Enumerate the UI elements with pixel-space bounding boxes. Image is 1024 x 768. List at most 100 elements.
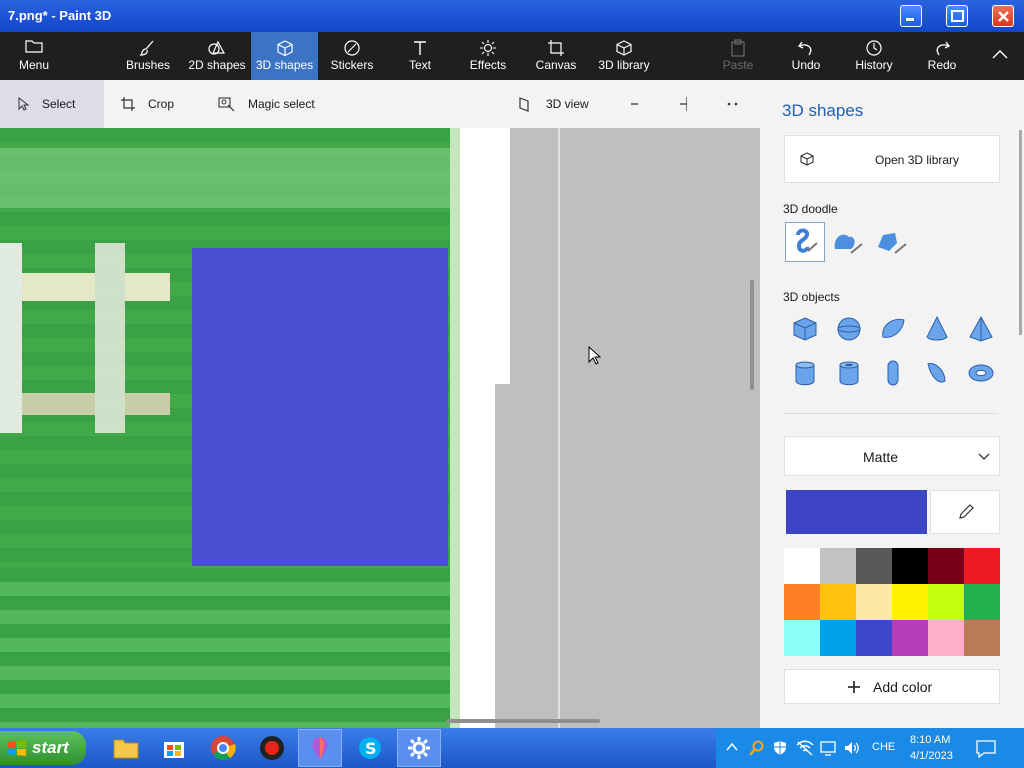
cylinder-object[interactable] xyxy=(785,353,825,393)
more-options-button[interactable] xyxy=(727,80,751,128)
color-swatch[interactable] xyxy=(928,548,964,584)
add-color-button[interactable]: Add color xyxy=(784,669,1000,704)
color-swatch[interactable] xyxy=(856,620,892,656)
collapse-ribbon-button[interactable] xyxy=(978,32,1022,80)
panel-scrollbar[interactable] xyxy=(1019,130,1022,335)
image-canvas[interactable] xyxy=(0,128,510,728)
paint-3d-icon xyxy=(312,737,328,759)
eyedropper-button[interactable] xyxy=(930,490,1000,534)
close-icon xyxy=(998,11,1009,22)
search-icon[interactable] xyxy=(749,740,765,756)
color-swatch[interactable] xyxy=(892,584,928,620)
color-swatch[interactable] xyxy=(892,548,928,584)
torus-object[interactable] xyxy=(961,353,1001,393)
store-taskbar[interactable] xyxy=(152,729,196,767)
current-color-preview[interactable] xyxy=(786,490,927,534)
canvas-area[interactable] xyxy=(0,128,760,728)
tab-canvas[interactable]: Canvas xyxy=(524,32,588,80)
blue-rectangle[interactable] xyxy=(192,248,448,566)
settings-taskbar[interactable] xyxy=(397,729,441,767)
maximize-icon xyxy=(951,10,964,22)
menu-button[interactable]: Menu xyxy=(0,32,68,80)
sharp-edge-doodle[interactable] xyxy=(785,222,825,262)
monitor-icon[interactable] xyxy=(820,740,838,756)
cone-object[interactable] xyxy=(917,309,957,349)
tab-stickers-label: Stickers xyxy=(330,58,374,72)
redo-button[interactable]: Redo xyxy=(912,32,972,80)
tab-effects[interactable]: Effects xyxy=(456,32,520,80)
menu-label: Menu xyxy=(18,58,50,72)
notification-icon[interactable] xyxy=(976,740,996,758)
start-button[interactable]: start xyxy=(0,731,86,765)
undo-icon xyxy=(798,41,812,56)
vertical-scrollbar[interactable] xyxy=(750,280,754,390)
fish-icon xyxy=(927,362,946,383)
minimize-button[interactable] xyxy=(900,5,922,27)
tab-canvas-label: Canvas xyxy=(535,58,577,72)
material-dropdown[interactable]: Matte xyxy=(784,436,1000,476)
color-swatch[interactable] xyxy=(856,584,892,620)
clock[interactable]: 8:10 AM 4/1/2023 xyxy=(910,732,953,764)
language-indicator[interactable]: CHE xyxy=(872,741,895,753)
chevron-up-icon[interactable] xyxy=(726,742,738,752)
color-swatch[interactable] xyxy=(784,620,820,656)
3d-view-toggle[interactable]: 3D view xyxy=(518,80,608,128)
skype-taskbar[interactable]: S xyxy=(348,729,392,767)
horizontal-scrollbar[interactable] xyxy=(446,719,600,723)
color-swatch[interactable] xyxy=(964,548,1000,584)
history-button[interactable]: History xyxy=(844,32,904,80)
mouse-cursor-icon xyxy=(588,346,602,365)
sphere-object[interactable] xyxy=(829,309,869,349)
hemisphere-object[interactable] xyxy=(873,309,913,349)
paste-button[interactable]: Paste xyxy=(708,32,768,80)
color-swatch[interactable] xyxy=(964,620,1000,656)
crop-icon xyxy=(121,97,135,111)
zoom-out-button[interactable] xyxy=(630,80,650,128)
start-label: start xyxy=(32,738,69,757)
recorder-taskbar[interactable] xyxy=(250,729,294,767)
color-swatch[interactable] xyxy=(820,548,856,584)
shield-icon[interactable] xyxy=(772,740,788,756)
capsule-object[interactable] xyxy=(873,353,913,393)
cylinder-icon xyxy=(795,361,815,386)
tab-3d-shapes[interactable]: 3D shapes xyxy=(251,32,318,80)
tab-text[interactable]: Text xyxy=(388,32,452,80)
network-disabled-icon[interactable] xyxy=(796,740,814,756)
maximize-button[interactable] xyxy=(946,5,968,27)
crop-tool[interactable]: Crop xyxy=(120,80,200,128)
color-swatch[interactable] xyxy=(820,584,856,620)
color-swatch[interactable] xyxy=(964,584,1000,620)
color-swatch[interactable] xyxy=(856,548,892,584)
pyramid-object[interactable] xyxy=(961,309,1001,349)
tab-brushes[interactable]: Brushes xyxy=(114,32,182,80)
color-swatch[interactable] xyxy=(892,620,928,656)
paint-3d-taskbar[interactable] xyxy=(298,729,342,767)
color-swatch[interactable] xyxy=(784,548,820,584)
soft-edge-doodle[interactable] xyxy=(828,222,868,262)
close-button[interactable] xyxy=(992,5,1014,27)
undo-button[interactable]: Undo xyxy=(776,32,836,80)
cube-object[interactable] xyxy=(785,309,825,349)
color-swatch[interactable] xyxy=(928,584,964,620)
fish-object[interactable] xyxy=(917,353,957,393)
volume-icon[interactable] xyxy=(844,740,860,756)
panel-title: 3D shapes xyxy=(782,101,864,120)
gear-icon xyxy=(408,737,430,759)
chrome-taskbar[interactable] xyxy=(201,729,245,767)
color-swatch[interactable] xyxy=(820,620,856,656)
select-tool[interactable]: Select xyxy=(0,80,104,128)
magic-select-tool[interactable]: Magic select xyxy=(218,80,338,128)
cone-icon xyxy=(926,315,948,341)
tube-object[interactable] xyxy=(829,353,869,393)
3d-library-icon xyxy=(616,40,632,56)
open-3d-library-button[interactable]: Open 3D library xyxy=(784,135,1000,183)
tube-doodle[interactable] xyxy=(872,222,912,262)
tab-3d-library[interactable]: 3D library xyxy=(592,32,656,80)
tab-2d-shapes[interactable]: 2D shapes xyxy=(183,32,251,80)
system-tray: CHE 8:10 AM 4/1/2023 xyxy=(716,728,1024,768)
tab-stickers[interactable]: Stickers xyxy=(320,32,384,80)
color-swatch[interactable] xyxy=(928,620,964,656)
zoom-in-button[interactable] xyxy=(679,80,699,128)
color-swatch[interactable] xyxy=(784,584,820,620)
file-explorer-taskbar[interactable] xyxy=(104,729,148,767)
